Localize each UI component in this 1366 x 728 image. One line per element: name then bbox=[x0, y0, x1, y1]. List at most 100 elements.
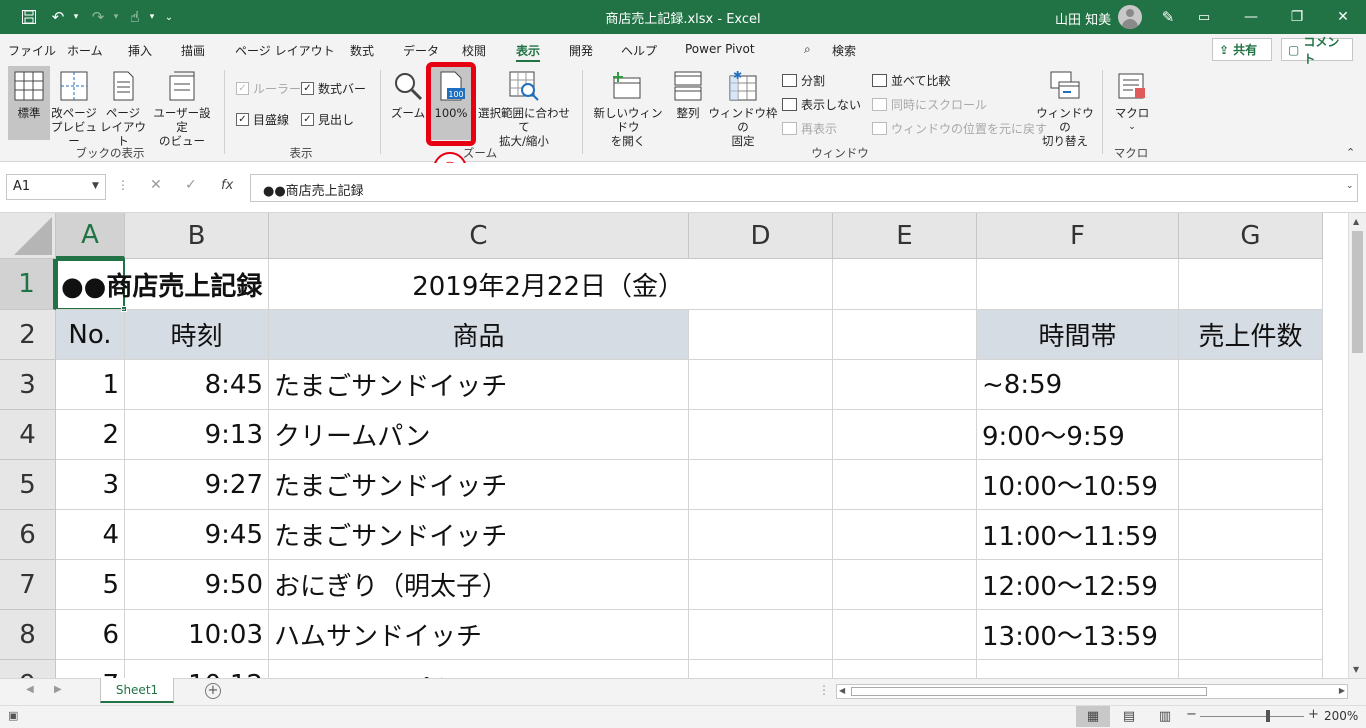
collapse-ribbon-icon[interactable]: ⌃ bbox=[1346, 146, 1355, 159]
cell-sales-count[interactable] bbox=[1179, 560, 1323, 610]
tab-view[interactable]: 表示 bbox=[516, 42, 541, 62]
user-avatar-icon[interactable] bbox=[1118, 5, 1142, 29]
tab-power-pivot[interactable]: Power Pivot bbox=[685, 42, 755, 56]
insert-function-icon[interactable]: fx bbox=[221, 178, 233, 193]
formula-input[interactable]: ●●商店売上記録 bbox=[250, 174, 1358, 202]
close-button[interactable]: ✕ bbox=[1320, 0, 1366, 34]
cell-product[interactable]: ハムサンドイッチ bbox=[269, 610, 689, 660]
name-box-dropdown-icon[interactable]: ▼ bbox=[92, 181, 99, 191]
row-header-5[interactable]: 5 bbox=[0, 460, 56, 510]
header-no[interactable]: No. bbox=[56, 310, 125, 360]
page-break-status-icon[interactable]: ▥ bbox=[1148, 706, 1182, 727]
minimize-button[interactable]: — bbox=[1228, 0, 1274, 34]
cell-product[interactable]: たまごサンドイッチ bbox=[269, 360, 689, 410]
zoom-in-icon[interactable]: + bbox=[1308, 707, 1319, 722]
cell-time-band[interactable]: 9:00～9:59 bbox=[977, 410, 1179, 460]
switch-windows-button[interactable]: ウィンドウの 切り替え bbox=[1034, 66, 1096, 148]
tab-formulas[interactable]: 数式 bbox=[350, 42, 374, 59]
sheet-tab-sheet1[interactable]: Sheet1 bbox=[100, 678, 174, 703]
row-header-9[interactable]: 9 bbox=[0, 660, 56, 678]
cell-empty[interactable] bbox=[833, 510, 977, 560]
restore-button[interactable]: ❐ bbox=[1274, 0, 1320, 34]
cell-no[interactable]: 4 bbox=[56, 510, 125, 560]
cell-sales-count[interactable] bbox=[1179, 410, 1323, 460]
cell-empty[interactable] bbox=[689, 660, 833, 678]
cell-sales-count[interactable] bbox=[1179, 510, 1323, 560]
cell-time[interactable]: 9:50 bbox=[125, 560, 269, 610]
cell-g1[interactable] bbox=[1179, 259, 1323, 310]
tab-file[interactable]: ファイル bbox=[8, 42, 56, 59]
cell-date[interactable]: 2019年2月22日（金） bbox=[269, 259, 689, 310]
expand-formula-bar-icon[interactable]: ⌄ bbox=[1346, 181, 1354, 191]
cell-product[interactable]: クリームパン bbox=[269, 410, 689, 460]
header-sales-count[interactable]: 売上件数 bbox=[1179, 310, 1323, 360]
gridlines-checkbox[interactable]: ✓ 目盛線 bbox=[236, 111, 289, 128]
cell-product[interactable]: たまごサンドイッチ bbox=[269, 460, 689, 510]
macro-record-icon[interactable]: ▣ bbox=[8, 709, 18, 722]
header-time[interactable]: 時刻 bbox=[125, 310, 269, 360]
tab-insert[interactable]: 挿入 bbox=[128, 42, 152, 59]
tab-home[interactable]: ホーム bbox=[67, 42, 103, 59]
cell-empty[interactable] bbox=[833, 410, 977, 460]
cell-no[interactable]: 1 bbox=[56, 360, 125, 410]
tab-developer[interactable]: 開発 bbox=[569, 42, 593, 59]
cell-time-band[interactable]: 11:00～11:59 bbox=[977, 510, 1179, 560]
cell-time[interactable]: 9:27 bbox=[125, 460, 269, 510]
column-header-b[interactable]: B bbox=[125, 213, 269, 259]
cell-empty[interactable] bbox=[689, 460, 833, 510]
tab-data[interactable]: データ bbox=[403, 42, 439, 59]
cell-empty[interactable] bbox=[689, 410, 833, 460]
row-header-3[interactable]: 3 bbox=[0, 360, 56, 410]
normal-view-status-icon[interactable]: ▦ bbox=[1076, 706, 1110, 727]
cell-empty[interactable] bbox=[833, 360, 977, 410]
cell-empty[interactable] bbox=[833, 460, 977, 510]
header-time-band[interactable]: 時間帯 bbox=[977, 310, 1179, 360]
zoom-slider[interactable] bbox=[1200, 716, 1304, 717]
view-side-by-side-button[interactable]: 並べて比較 bbox=[872, 72, 951, 89]
cell-no[interactable]: 3 bbox=[56, 460, 125, 510]
cell-product[interactable]: おにぎり（明太子） bbox=[269, 560, 689, 610]
cell-sales-count[interactable] bbox=[1179, 360, 1323, 410]
cell-empty[interactable] bbox=[833, 660, 977, 678]
search-label[interactable]: 検索 bbox=[832, 42, 856, 59]
page-layout-status-icon[interactable]: ▤ bbox=[1112, 706, 1146, 727]
cell-product[interactable]: チョコチップクッキ bbox=[269, 660, 689, 678]
column-header-c[interactable]: C bbox=[269, 213, 689, 259]
cell-time[interactable]: 10:03 bbox=[125, 610, 269, 660]
formula-bar-resize-icon[interactable]: ⋮ bbox=[117, 178, 129, 192]
cell-e2[interactable] bbox=[833, 310, 977, 360]
zoom-slider-thumb[interactable] bbox=[1266, 710, 1270, 722]
row-header-1[interactable]: 1 bbox=[0, 259, 56, 310]
cell-time-band[interactable]: 10:00～10:59 bbox=[977, 460, 1179, 510]
row-header-6[interactable]: 6 bbox=[0, 510, 56, 560]
zoom-out-icon[interactable]: − bbox=[1186, 707, 1197, 722]
tab-help[interactable]: ヘルプ bbox=[621, 42, 657, 59]
cell-product[interactable]: たまごサンドイッチ bbox=[269, 510, 689, 560]
zoom-to-selection-button[interactable]: 選択範囲に合わせて 拡大/縮小 bbox=[474, 66, 574, 148]
normal-view-button[interactable]: 標準 bbox=[8, 66, 50, 140]
freeze-panes-button[interactable]: ✱ ウィンドウ枠の 固定 bbox=[708, 66, 778, 148]
row-header-4[interactable]: 4 bbox=[0, 410, 56, 460]
scroll-up-icon[interactable]: ▲ bbox=[1353, 217, 1359, 226]
page-break-preview-button[interactable]: 改ページ プレビュー bbox=[51, 66, 97, 148]
page-layout-view-button[interactable]: ページ レイアウト bbox=[98, 66, 148, 148]
cell-sales-count[interactable] bbox=[1179, 660, 1323, 678]
user-name[interactable]: 山田 知美 bbox=[1055, 9, 1111, 28]
cell-no[interactable]: 2 bbox=[56, 410, 125, 460]
scroll-down-icon[interactable]: ▼ bbox=[1353, 665, 1359, 674]
cell-empty[interactable] bbox=[689, 360, 833, 410]
pen-icon[interactable]: ✎ bbox=[1156, 6, 1180, 28]
name-box[interactable]: A1 bbox=[6, 174, 106, 200]
tab-draw[interactable]: 描画 bbox=[181, 42, 205, 59]
sheet-nav-prev-icon[interactable]: ◀ bbox=[26, 684, 34, 695]
share-button[interactable]: ⇪ 共有 bbox=[1212, 38, 1272, 61]
column-header-g[interactable]: G bbox=[1179, 213, 1323, 259]
cell-sales-count[interactable] bbox=[1179, 610, 1323, 660]
hide-window-button[interactable]: 表示しない bbox=[782, 96, 861, 113]
cell-time-band[interactable]: ~8:59 bbox=[977, 360, 1179, 410]
cell-time[interactable]: 9:45 bbox=[125, 510, 269, 560]
ribbon-display-options-icon[interactable]: ▭ bbox=[1190, 6, 1218, 28]
column-header-f[interactable]: F bbox=[977, 213, 1179, 259]
cell-d1[interactable] bbox=[689, 259, 833, 310]
cell-title[interactable]: ●●商店売上記録 bbox=[56, 259, 262, 310]
